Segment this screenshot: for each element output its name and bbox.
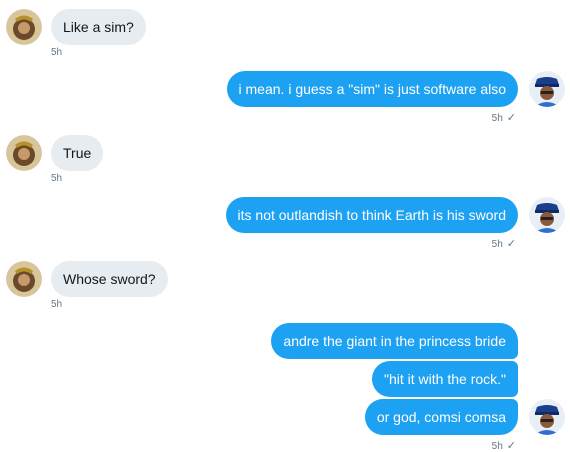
sent-check-icon: ✓ bbox=[506, 238, 516, 250]
message-meta: 5h ✓ bbox=[492, 439, 516, 452]
sent-check-icon: ✓ bbox=[506, 440, 516, 452]
message-meta: 5h ✓ bbox=[492, 111, 516, 124]
message-bubble-incoming[interactable]: True bbox=[51, 135, 104, 171]
user-avatar[interactable] bbox=[529, 399, 565, 435]
message-bubble-incoming[interactable]: Whose sword? bbox=[51, 261, 168, 297]
message-bubble-outgoing[interactable]: andre the giant in the princess bride bbox=[271, 323, 518, 359]
message-timestamp: 5h bbox=[51, 47, 63, 58]
contact-avatar[interactable] bbox=[6, 9, 42, 45]
user-avatar[interactable] bbox=[529, 71, 565, 107]
message-bubble-outgoing[interactable]: its not outlandish to think Earth is his… bbox=[225, 197, 518, 233]
message-timestamp: 5h bbox=[51, 299, 63, 310]
message-timestamp: 5h bbox=[491, 441, 503, 452]
message-timestamp: 5h bbox=[491, 239, 503, 250]
user-avatar[interactable] bbox=[529, 197, 565, 233]
message-bubble-outgoing[interactable]: or god, comsi comsa bbox=[364, 399, 518, 435]
message-meta: 5h ✓ bbox=[492, 237, 516, 250]
message-bubble-incoming[interactable]: Like a sim? bbox=[51, 9, 146, 45]
contact-avatar[interactable] bbox=[6, 135, 42, 171]
contact-avatar[interactable] bbox=[6, 261, 42, 297]
message-timestamp: 5h bbox=[491, 113, 503, 124]
message-bubble-outgoing[interactable]: i mean. i guess a "sim" is just software… bbox=[226, 71, 518, 107]
message-timestamp: 5h bbox=[51, 173, 63, 184]
message-bubble-outgoing[interactable]: "hit it with the rock." bbox=[372, 361, 518, 397]
sent-check-icon: ✓ bbox=[506, 112, 516, 124]
